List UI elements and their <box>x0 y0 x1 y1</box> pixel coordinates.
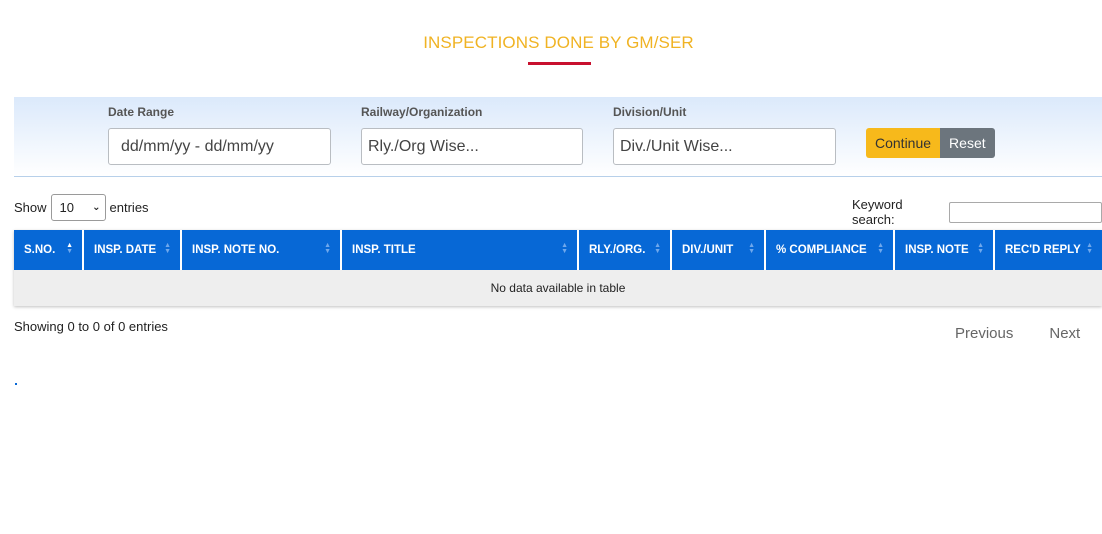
sort-icon: ▲ ▼ <box>748 242 755 255</box>
length-menu: Show 10 ⌄ entries <box>14 194 149 221</box>
table-info: Showing 0 to 0 of 0 entries <box>14 319 168 334</box>
col-header-insp-note[interactable]: INSP. NOTE ▲ ▼ <box>894 230 995 270</box>
table-row: No data available in table <box>14 270 1102 306</box>
keyword-search-label: Keyword search: <box>852 197 903 227</box>
reset-button[interactable]: Reset <box>940 128 995 158</box>
railway-field: Railway/Organization Rly./Org Wise... <box>361 105 583 165</box>
sort-icon: ▲ ▼ <box>561 242 568 255</box>
keyword-search: Keyword search: <box>852 197 1102 227</box>
col-header-div-unit[interactable]: DIV./UNIT ▲ ▼ <box>671 230 766 270</box>
col-header-insp-note-no[interactable]: INSP. NOTE NO. ▲ ▼ <box>181 230 342 270</box>
entries-select-value: 10 <box>59 200 74 215</box>
next-button[interactable]: Next <box>1049 325 1080 342</box>
sort-icon: ▲ ▼ <box>164 242 171 255</box>
sort-icon: ▲ ▼ <box>977 242 984 255</box>
col-header-insp-title[interactable]: INSP. TITLE ▲ ▼ <box>341 230 579 270</box>
col-header-sno[interactable]: S.NO. ▲ ▼ <box>14 230 84 270</box>
col-header-label: S.NO. <box>24 244 56 256</box>
page-title: INSPECTIONS DONE BY GM/SER <box>423 33 694 52</box>
sort-icon: ▲ ▼ <box>654 242 661 255</box>
sort-icon: ▲ ▼ <box>324 242 331 255</box>
col-header-label: RLY./ORG. <box>589 244 646 256</box>
col-header-label: INSP. TITLE <box>352 244 416 256</box>
sort-icon: ▲ ▼ <box>1086 242 1093 255</box>
show-label: Show <box>14 200 47 215</box>
entries-select[interactable]: 10 ⌄ <box>50 194 106 221</box>
dot-marker <box>15 383 17 385</box>
division-label: Division/Unit <box>613 105 687 119</box>
title-underline <box>528 62 591 65</box>
col-header-compliance[interactable]: % COMPLIANCE ▲ ▼ <box>765 230 895 270</box>
col-header-label: DIV./UNIT <box>682 244 734 256</box>
date-range-input[interactable]: dd/mm/yy - dd/mm/yy <box>108 128 331 165</box>
col-header-label: INSP. NOTE NO. <box>192 244 280 256</box>
col-header-recd-reply[interactable]: REC'D REPLY ▲ ▼ <box>994 230 1102 270</box>
date-range-label: Date Range <box>108 105 175 119</box>
col-header-label: INSP. NOTE <box>905 244 969 256</box>
filter-button-group: Continue Reset <box>866 128 995 158</box>
division-input[interactable]: Div./Unit Wise... <box>613 128 836 165</box>
filter-bar: Date Range dd/mm/yy - dd/mm/yy Railway/O… <box>14 97 1102 177</box>
keyword-search-input[interactable] <box>948 201 1102 223</box>
division-field: Division/Unit Div./Unit Wise... <box>613 105 836 165</box>
col-header-label: REC'D REPLY <box>1005 244 1081 256</box>
chevron-down-icon: ⌄ <box>92 202 101 213</box>
col-header-label: INSP. DATE <box>94 244 157 256</box>
sort-icon: ▲ ▼ <box>877 242 884 255</box>
inspections-table: S.NO. ▲ ▼ INSP. DATE ▲ ▼ INSP. NOTE NO. ▲ ▼… <box>14 230 1102 306</box>
pagination: Previous Next <box>955 325 1080 342</box>
date-range-field: Date Range dd/mm/yy - dd/mm/yy <box>108 105 331 165</box>
entries-label: entries <box>109 200 149 215</box>
col-header-insp-date[interactable]: INSP. DATE ▲ ▼ <box>83 230 182 270</box>
table-header-row: S.NO. ▲ ▼ INSP. DATE ▲ ▼ INSP. NOTE NO. ▲ ▼… <box>14 230 1102 270</box>
continue-button[interactable]: Continue <box>866 128 941 158</box>
sort-icon: ▲ ▼ <box>66 242 73 255</box>
railway-input[interactable]: Rly./Org Wise... <box>361 128 583 165</box>
col-header-rly-org[interactable]: RLY./ORG. ▲ ▼ <box>578 230 672 270</box>
empty-table-message: No data available in table <box>14 270 1102 306</box>
col-header-label: % COMPLIANCE <box>776 244 867 256</box>
previous-button[interactable]: Previous <box>955 325 1013 342</box>
railway-label: Railway/Organization <box>361 105 483 119</box>
